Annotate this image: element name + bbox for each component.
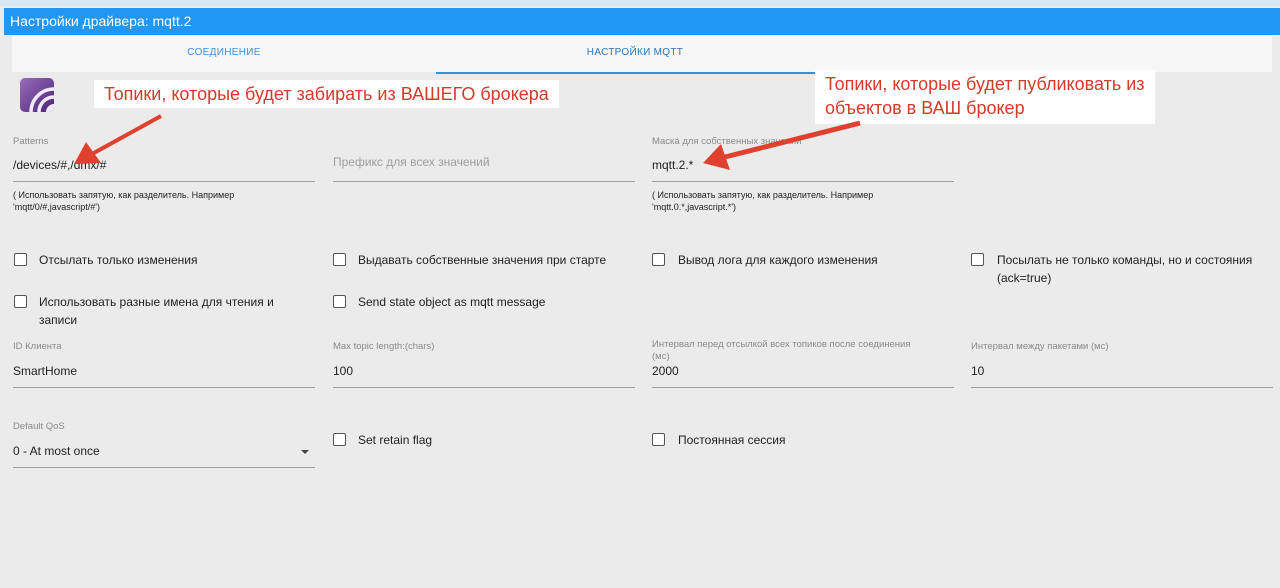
send-states-checkbox[interactable]: [971, 253, 984, 266]
max-topic-input[interactable]: 100: [333, 359, 635, 388]
chevron-down-icon: [301, 450, 309, 454]
diff-names-checkbox[interactable]: [14, 295, 27, 308]
patterns-value: /devices/#,/dmx/#: [13, 158, 107, 172]
patterns-help: ( Использовать запятую, как разделитель.…: [13, 189, 234, 213]
diff-names-label: Использовать разные имена для чтения и з…: [39, 293, 274, 329]
persistent-session-checkbox[interactable]: [652, 433, 665, 446]
window-title: Настройки драйвера: mqtt.2: [4, 8, 1280, 35]
only-changes-label: Отсылать только изменения: [39, 253, 198, 267]
interval-connect-value: 2000: [652, 364, 679, 378]
prefix-input[interactable]: Префикс для всех значений: [333, 153, 635, 182]
own-mask-help-line2: 'mqtt.0.*,javascript.*'): [652, 202, 736, 212]
qos-value: 0 - At most once: [13, 444, 100, 458]
prefix-placeholder: Префикс для всех значений: [333, 155, 490, 169]
log-each-change-label: Вывод лога для каждого изменения: [678, 253, 878, 267]
publish-on-start-label: Выдавать собственные значения при старте: [358, 253, 607, 267]
annotation-left: Топики, которые будет забирать из ВАШЕГО…: [94, 80, 559, 108]
client-id-value: SmartHome: [13, 364, 78, 378]
interval-packets-value: 10: [971, 364, 985, 378]
diff-names-label-line1: Использовать разные имена для чтения и: [39, 295, 274, 309]
tab-mqtt-settings[interactable]: НАСТРОЙКИ MQTT: [436, 36, 834, 74]
annotation-right-line1: Топики, которые будет публиковать из: [825, 74, 1145, 94]
top-strip: [0, 0, 1280, 6]
own-mask-value: mqtt.2.*: [652, 158, 694, 172]
interval-packets-label: Интервал между пакетами (мс): [971, 341, 1109, 352]
annotation-right: Топики, которые будет публиковать из объ…: [815, 70, 1155, 124]
retain-label: Set retain flag: [358, 433, 433, 447]
own-mask-help-line1: ( Использовать запятую, как разделитель.…: [652, 190, 874, 200]
qos-label: Default QoS: [13, 421, 65, 432]
interval-connect-label-line1: Интервал перед отсылкой всех топиков пос…: [652, 339, 911, 350]
max-topic-value: 100: [333, 364, 354, 378]
qos-select[interactable]: 0 - At most once: [13, 439, 315, 468]
send-state-object-label: Send state object as mqtt message: [358, 295, 546, 309]
tab-bar: СОЕДИНЕНИЕ НАСТРОЙКИ MQTT: [12, 36, 1272, 74]
patterns-input[interactable]: /devices/#,/dmx/#: [13, 153, 315, 182]
log-each-change-checkbox[interactable]: [652, 253, 665, 266]
own-mask-help: ( Использовать запятую, как разделитель.…: [652, 189, 873, 213]
tab-connection[interactable]: СОЕДИНЕНИЕ: [12, 36, 436, 72]
retain-checkbox[interactable]: [333, 433, 346, 446]
send-states-label: Посылать не только команды, но и состоян…: [997, 251, 1252, 287]
interval-connect-input[interactable]: 2000: [652, 359, 954, 388]
send-state-object-checkbox[interactable]: [333, 295, 346, 308]
send-states-label-line2: (ack=true): [997, 271, 1052, 285]
publish-on-start-checkbox[interactable]: [333, 253, 346, 266]
annotation-arrow-left: [91, 114, 162, 156]
persistent-session-label: Постоянная сессия: [678, 433, 786, 447]
adapter-logo-icon: [20, 78, 54, 112]
interval-packets-input[interactable]: 10: [971, 359, 1273, 388]
diff-names-label-line2: записи: [39, 313, 78, 327]
annotation-right-line2: объектов в ВАШ брокер: [825, 98, 1025, 118]
patterns-help-line1: ( Использовать запятую, как разделитель.…: [13, 190, 235, 200]
client-id-label: ID Клиента: [13, 341, 62, 352]
patterns-help-line2: 'mqtt/0/#,javascript/#'): [13, 202, 100, 212]
own-mask-input[interactable]: mqtt.2.*: [652, 153, 954, 182]
send-states-label-line1: Посылать не только команды, но и состоян…: [997, 253, 1253, 267]
client-id-input[interactable]: SmartHome: [13, 359, 315, 388]
max-topic-label: Max topic length:(chars): [333, 341, 435, 352]
own-mask-label: Маска для собственных значений: [652, 136, 802, 147]
patterns-label: Patterns: [13, 136, 49, 147]
only-changes-checkbox[interactable]: [14, 253, 27, 266]
